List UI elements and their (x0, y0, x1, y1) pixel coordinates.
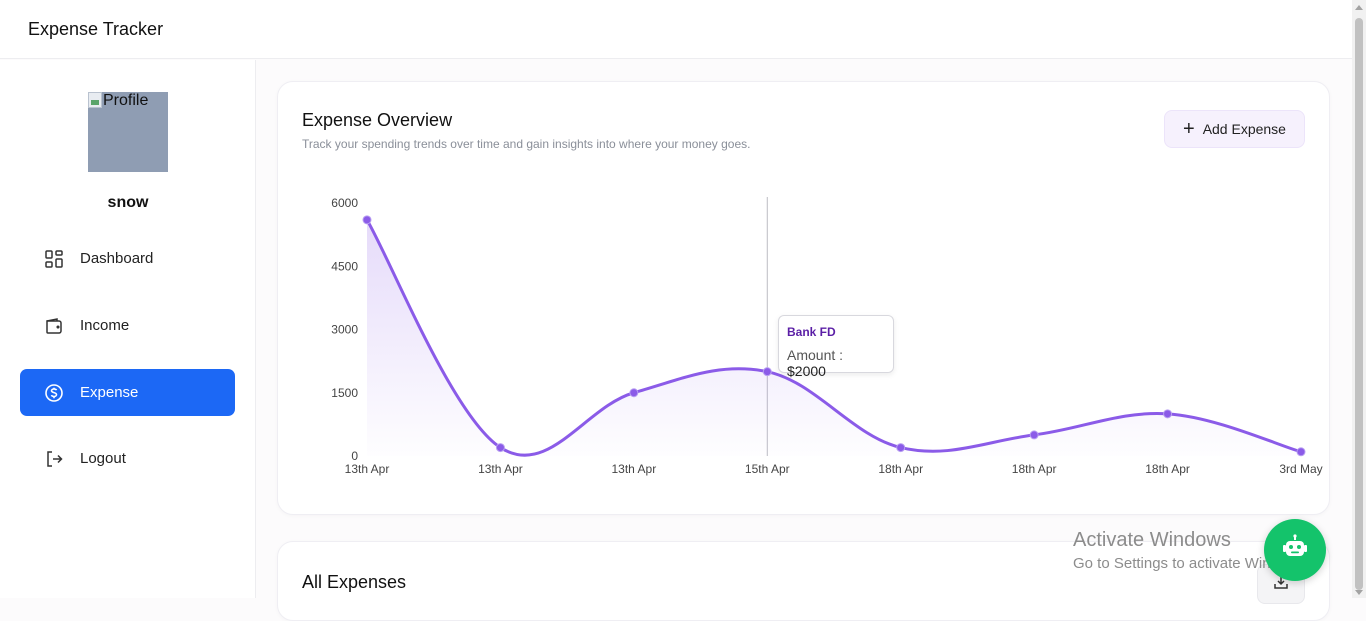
x-tick-label: 18th Apr (1012, 462, 1057, 476)
sidebar-item-label: Logout (80, 450, 126, 467)
expense-overview-card: Expense Overview Track your spending tre… (277, 81, 1330, 515)
sidebar-item-label: Dashboard (80, 250, 154, 267)
y-tick-label: 0 (351, 449, 358, 463)
y-tick-label: 1500 (331, 386, 358, 400)
wallet-icon (44, 316, 64, 336)
sidebar-item-income[interactable]: Income (20, 302, 235, 349)
data-point[interactable] (1296, 447, 1306, 457)
scroll-down-arrow-icon[interactable] (1355, 590, 1363, 595)
sidebar-item-label: Expense (80, 384, 139, 401)
chart-tooltip: Bank FD Amount : $2000 (778, 315, 894, 379)
broken-image-icon: Profile (88, 92, 148, 110)
data-point[interactable] (629, 388, 639, 398)
sidebar-item-logout[interactable]: Logout (20, 435, 235, 482)
x-tick-label: 18th Apr (878, 462, 923, 476)
tooltip-title: Bank FD (787, 325, 836, 339)
sidebar-item-dashboard[interactable]: Dashboard (20, 235, 235, 282)
sidebar-item-expense[interactable]: Expense (20, 369, 235, 416)
x-tick-label: 13th Apr (478, 462, 523, 476)
sidebar-item-label: Income (80, 317, 130, 334)
dollar-circle-icon (44, 383, 64, 403)
y-tick-label: 3000 (331, 323, 358, 337)
chatbot-button[interactable] (1264, 519, 1326, 581)
tooltip-body: Amount : $2000 (787, 347, 885, 379)
tooltip-value: $2000 (787, 363, 826, 379)
username: snow (107, 194, 149, 211)
y-tick-label: 6000 (331, 196, 358, 210)
sidebar: Profile snow Dashboard Income Expense Lo… (0, 60, 256, 598)
data-point[interactable] (495, 443, 505, 453)
top-bar: Expense Tracker (0, 0, 1352, 59)
tooltip-label: Amount : (787, 347, 844, 363)
data-point[interactable] (362, 215, 372, 225)
data-point[interactable] (1163, 409, 1173, 419)
avatar: Profile (88, 92, 168, 172)
card-title: All Expenses (302, 572, 407, 592)
scroll-up-arrow-icon[interactable] (1355, 5, 1363, 10)
dashboard-icon (44, 249, 64, 269)
expense-chart[interactable]: 0 1500 3000 4500 6000 13th Apr 13th Apr 13th A… (278, 82, 1331, 516)
x-tick-label: 13th Apr (612, 462, 657, 476)
page-scrollbar[interactable] (1352, 0, 1366, 598)
scrollbar-thumb[interactable] (1355, 18, 1363, 590)
robot-icon (1280, 533, 1310, 568)
x-tick-label: 18th Apr (1145, 462, 1190, 476)
avatar-alt-text: Profile (103, 92, 149, 109)
y-tick-label: 4500 (331, 259, 358, 273)
x-tick-label: 13th Apr (345, 462, 390, 476)
x-tick-label: 15th Apr (745, 462, 790, 476)
app-title: Expense Tracker (28, 18, 164, 39)
x-tick-label: 3rd May (1279, 462, 1322, 476)
data-point[interactable] (896, 443, 906, 453)
logout-icon (44, 449, 64, 469)
data-point[interactable] (1029, 430, 1039, 440)
data-point[interactable] (762, 367, 772, 377)
